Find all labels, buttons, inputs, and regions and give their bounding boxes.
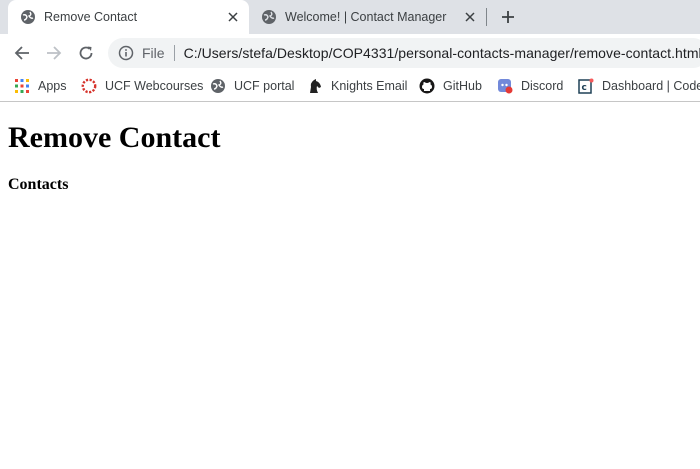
tab-title: Welcome! | Contact Manager — [285, 10, 447, 24]
forward-button[interactable] — [42, 41, 66, 65]
codecademy-icon: c — [578, 78, 594, 94]
discord-icon — [497, 78, 513, 94]
bookmark-knights-email[interactable]: Knights Email — [307, 75, 407, 97]
bookmark-label: Apps — [38, 79, 67, 93]
tab-title: Remove Contact — [44, 10, 138, 24]
globe-icon — [261, 9, 277, 25]
url-text[interactable]: C:/Users/stefa/Desktop/COP4331/personal-… — [184, 45, 700, 61]
bookmark-label: UCF portal — [234, 79, 295, 93]
apps-grid-icon — [14, 78, 30, 94]
back-button[interactable] — [10, 41, 34, 65]
bookmarks-bar: Apps UCF Webcourses UCF portal Knights E… — [0, 72, 700, 102]
page-content: Remove Contact Contacts — [0, 102, 700, 469]
tab-remove-contact[interactable]: Remove Contact — [8, 0, 249, 34]
info-icon[interactable] — [118, 45, 134, 61]
tab-welcome[interactable]: Welcome! | Contact Manager — [249, 0, 486, 34]
scheme-label: File — [142, 45, 165, 61]
bookmark-label: Knights Email — [331, 79, 408, 93]
new-tab-button[interactable] — [498, 7, 518, 27]
bookmark-discord[interactable]: Discord — [497, 75, 563, 97]
webcourses-icon — [81, 78, 97, 94]
reload-button[interactable] — [74, 41, 98, 65]
bookmark-dashboard-codec[interactable]: c Dashboard | Codec — [578, 75, 700, 97]
omnibox-divider — [173, 45, 175, 61]
svg-text:c: c — [582, 83, 587, 93]
page-title: Remove Contact — [8, 121, 221, 154]
reload-icon — [79, 46, 93, 60]
browser-toolbar: File C:/Users/stefa/Desktop/COP4331/pers… — [0, 34, 700, 72]
bookmark-github[interactable]: GitHub — [419, 75, 482, 97]
bookmark-label: UCF Webcourses — [105, 79, 204, 93]
bookmark-label: GitHub — [443, 79, 482, 93]
arrow-left-icon — [14, 46, 29, 60]
plus-icon — [502, 11, 514, 23]
close-icon[interactable] — [225, 9, 241, 25]
address-bar[interactable]: File C:/Users/stefa/Desktop/COP4331/pers… — [108, 38, 700, 68]
globe-icon — [20, 9, 36, 25]
close-icon[interactable] — [462, 9, 478, 25]
globe-icon — [210, 78, 226, 94]
bookmark-ucf-portal[interactable]: UCF portal — [210, 75, 294, 97]
arrow-right-icon — [47, 46, 62, 60]
contacts-heading: Contacts — [8, 176, 69, 193]
tab-strip: Remove Contact Welcome! | Contact Manage… — [0, 0, 700, 34]
bookmark-label: Dashboard | Codec — [602, 79, 700, 93]
bookmark-apps[interactable]: Apps — [14, 75, 67, 97]
bookmark-ucf-webcourses[interactable]: UCF Webcourses — [81, 75, 203, 97]
github-icon — [419, 78, 435, 94]
tab-separator — [486, 8, 487, 26]
bookmark-label: Discord — [521, 79, 564, 93]
knight-icon — [307, 78, 323, 94]
